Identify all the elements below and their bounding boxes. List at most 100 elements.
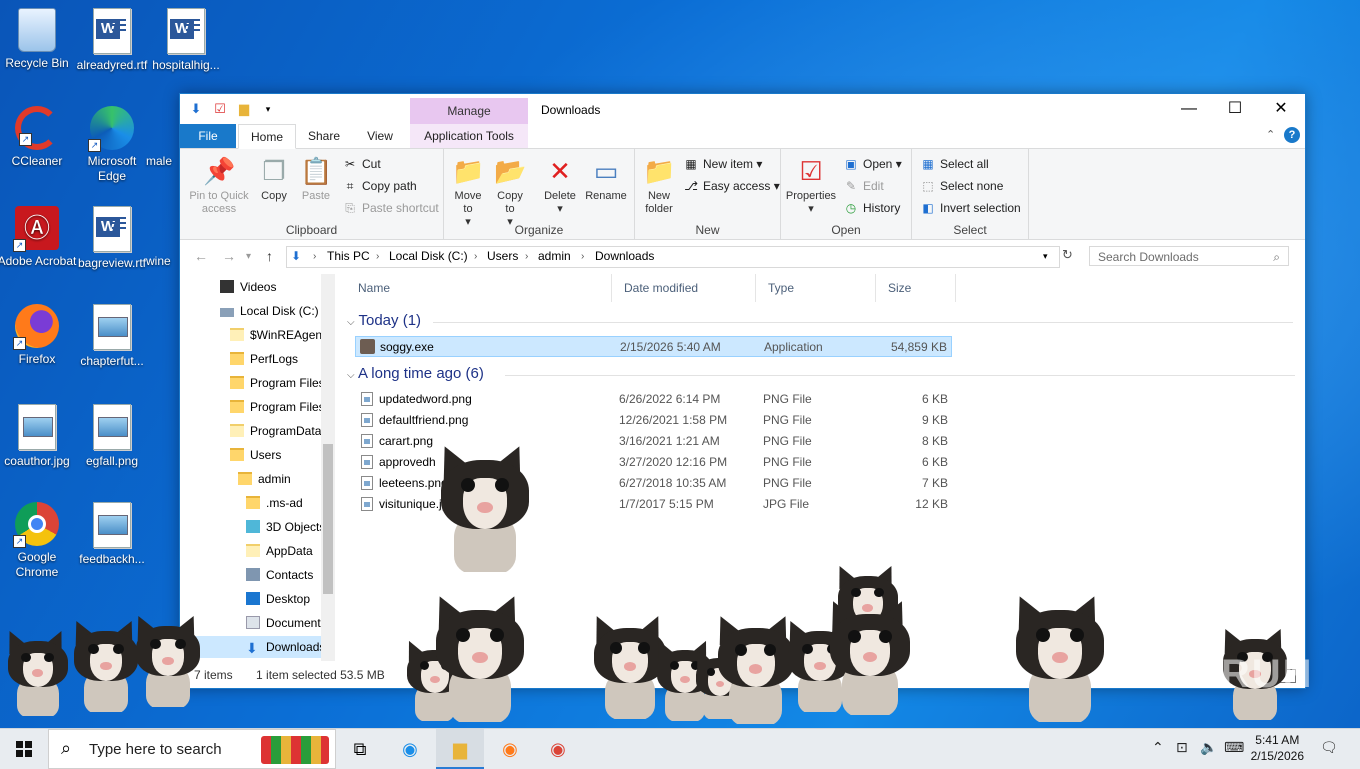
nav-item-appdata[interactable]: AppData [246, 540, 313, 562]
pin-to-quick-access-button[interactable]: 📌 Pin to Quick access [184, 155, 254, 216]
nav-item-documents[interactable]: Documents [246, 612, 327, 634]
breadcrumb-local-disk[interactable]: Local Disk (C:) [389, 249, 468, 263]
invert-selection-button[interactable]: ◧ Invert selection [920, 198, 1020, 218]
copy-button[interactable]: ❐ Copy [256, 155, 292, 203]
down-arrow-icon[interactable]: ⬇ [188, 101, 204, 117]
up-arrow-icon[interactable]: ↑ [266, 248, 273, 264]
nav-item-program-files-x86[interactable]: Program Files [230, 396, 325, 418]
clock[interactable]: 5:41 AM 2/15/2026 [1251, 732, 1304, 764]
delete-button[interactable]: ✕ Delete ▾ [540, 155, 580, 216]
breadcrumb-admin[interactable]: admin [538, 249, 571, 263]
minimize-button[interactable]: — [1166, 94, 1212, 124]
show-hidden-icons-icon[interactable]: ⌃ [1152, 739, 1164, 756]
search-input[interactable]: Search Downloads ⌕ [1089, 246, 1289, 266]
nav-item-3d-objects[interactable]: 3D Objects [246, 516, 325, 538]
desktop-icon-chapterfut[interactable]: chapterfut... [72, 304, 152, 369]
tab-share[interactable]: Share [298, 124, 350, 148]
network-icon[interactable]: ⊡ [1176, 739, 1188, 756]
breadcrumb-downloads[interactable]: Downloads [595, 249, 654, 263]
nav-scrollbar[interactable] [321, 274, 335, 661]
start-button[interactable] [0, 729, 48, 769]
column-header-size[interactable]: Size [876, 274, 956, 302]
nav-item-contacts[interactable]: Contacts [246, 564, 313, 586]
group-header-long-ago[interactable]: ⌵ A long time ago (6) [347, 365, 484, 382]
nav-item-local-disk[interactable]: Local Disk (C:) [220, 300, 319, 322]
taskbar-search-input[interactable]: ⌕ Type here to search [48, 729, 336, 769]
desktop-icon-chrome[interactable]: ↗ Google Chrome [0, 502, 77, 580]
manage-tab[interactable]: Manage [410, 98, 528, 124]
back-arrow-icon[interactable]: ← [194, 248, 208, 264]
column-header-type[interactable]: Type [756, 274, 876, 302]
copy-to-button[interactable]: 📂 Copy to ▾ [492, 155, 528, 229]
nav-item-ms-ad[interactable]: .ms-ad [246, 492, 303, 514]
desktop-icon-ccleaner[interactable]: ↗ CCleaner [0, 106, 77, 169]
recent-locations-icon[interactable]: ▾ [246, 251, 251, 262]
nav-item-desktop[interactable]: Desktop [246, 588, 310, 610]
select-all-button[interactable]: ▦ Select all [920, 154, 988, 174]
nav-item-programdata[interactable]: ProgramData [230, 420, 321, 442]
select-none-button[interactable]: ⬚ Select none [920, 176, 1003, 196]
task-view-icon[interactable]: ⧉ [336, 729, 384, 769]
new-folder-icon[interactable]: ▆ [236, 101, 252, 117]
move-to-button[interactable]: 📁 Move to ▾ [450, 155, 486, 229]
forward-arrow-icon[interactable]: → [222, 248, 236, 264]
file-row[interactable]: defaultfriend.png 12/26/2021 1:58 PM PNG… [355, 410, 952, 431]
file-row[interactable]: updatedword.png 6/26/2022 6:14 PM PNG Fi… [355, 389, 952, 410]
paste-shortcut-button[interactable]: ⎘ Paste shortcut [342, 198, 439, 218]
desktop-icon-edge[interactable]: ↗ Microsoft Edge [72, 106, 152, 184]
column-header-name[interactable]: Name [346, 274, 612, 302]
nav-scrollbar-thumb[interactable] [323, 444, 333, 594]
notifications-icon[interactable]: 🗨 [1320, 739, 1338, 756]
new-folder-button[interactable]: 📁 New folder [639, 155, 679, 216]
desktop-icon-bagreview[interactable]: W bagreview.rtf [72, 206, 152, 271]
tab-file[interactable]: File [180, 124, 236, 148]
properties-check-icon[interactable]: ☑ [212, 101, 228, 117]
nav-item-winreagent[interactable]: $WinREAgent [230, 324, 325, 346]
desktop-icon-hospitalhig[interactable]: W hospitalhig... [146, 8, 226, 73]
volume-icon[interactable]: 🔈 [1200, 739, 1217, 756]
nav-item-perflogs[interactable]: PerfLogs [230, 348, 298, 370]
collapse-ribbon-icon[interactable]: ⌃ [1266, 128, 1275, 141]
desktop-icon-recycle-bin[interactable]: Recycle Bin [0, 8, 77, 71]
paste-button[interactable]: 📋 Paste [298, 155, 334, 203]
open-button[interactable]: ▣ Open ▾ [843, 154, 901, 174]
column-header-date[interactable]: Date modified [612, 274, 756, 302]
desktop-icon-firefox[interactable]: ↗ Firefox [0, 304, 77, 367]
edge-taskbar-icon[interactable]: ◉ [386, 729, 434, 769]
refresh-icon[interactable]: ↻ [1062, 247, 1073, 263]
file-row-soggy[interactable]: soggy.exe 2/15/2026 5:40 AM Application … [355, 336, 952, 357]
desktop-icon-wine[interactable]: wine [146, 206, 180, 269]
history-button[interactable]: ◷ History [843, 198, 901, 218]
nav-item-program-files[interactable]: Program Files [230, 372, 325, 394]
nav-item-videos[interactable]: Videos [220, 276, 276, 298]
desktop-icon-feedbackh[interactable]: feedbackh... [72, 502, 152, 567]
properties-button[interactable]: ☑ Properties ▾ [783, 155, 839, 216]
keyboard-icon[interactable]: ⌨ [1224, 739, 1244, 756]
customize-qat-icon[interactable]: ▾ [260, 101, 276, 117]
tab-view[interactable]: View [356, 124, 404, 148]
help-icon[interactable]: ? [1284, 127, 1300, 143]
desktop-icon-egfall[interactable]: egfall.png [72, 404, 152, 469]
maximize-button[interactable]: ☐ [1212, 94, 1258, 124]
desktop-icon-coauthor[interactable]: coauthor.jpg [0, 404, 77, 469]
edit-button[interactable]: ✎ Edit [843, 176, 884, 196]
nav-item-users[interactable]: Users [230, 444, 281, 466]
new-item-button[interactable]: ▦ New item ▾ [683, 154, 762, 174]
breadcrumb-this-pc[interactable]: This PC [327, 249, 370, 263]
firefox-taskbar-icon[interactable]: ◉ [486, 729, 534, 769]
tab-application-tools[interactable]: Application Tools [410, 124, 528, 148]
nav-item-admin[interactable]: admin [238, 468, 291, 490]
group-header-today[interactable]: ⌵ Today (1) [347, 312, 421, 329]
tab-home[interactable]: Home [238, 124, 296, 149]
desktop-icon-alreadyred[interactable]: W alreadyred.rtf [72, 8, 152, 73]
address-dropdown-icon[interactable]: ▾ [1043, 251, 1048, 262]
breadcrumb-users[interactable]: Users [487, 249, 518, 263]
file-explorer-taskbar-icon[interactable]: ▆ [436, 729, 484, 769]
desktop-icon-acrobat[interactable]: Ⓐ ↗ Adobe Acrobat [0, 206, 77, 269]
chrome-taskbar-icon[interactable]: ◉ [534, 729, 582, 769]
address-bar[interactable]: ⬇ › This PC › Local Disk (C:) › Users › … [286, 246, 1060, 268]
rename-button[interactable]: ▭ Rename [584, 155, 628, 203]
cut-button[interactable]: ✂ Cut [342, 154, 381, 174]
copy-path-button[interactable]: ⌗ Copy path [342, 176, 417, 196]
easy-access-button[interactable]: ⎇ Easy access ▾ [683, 176, 780, 196]
